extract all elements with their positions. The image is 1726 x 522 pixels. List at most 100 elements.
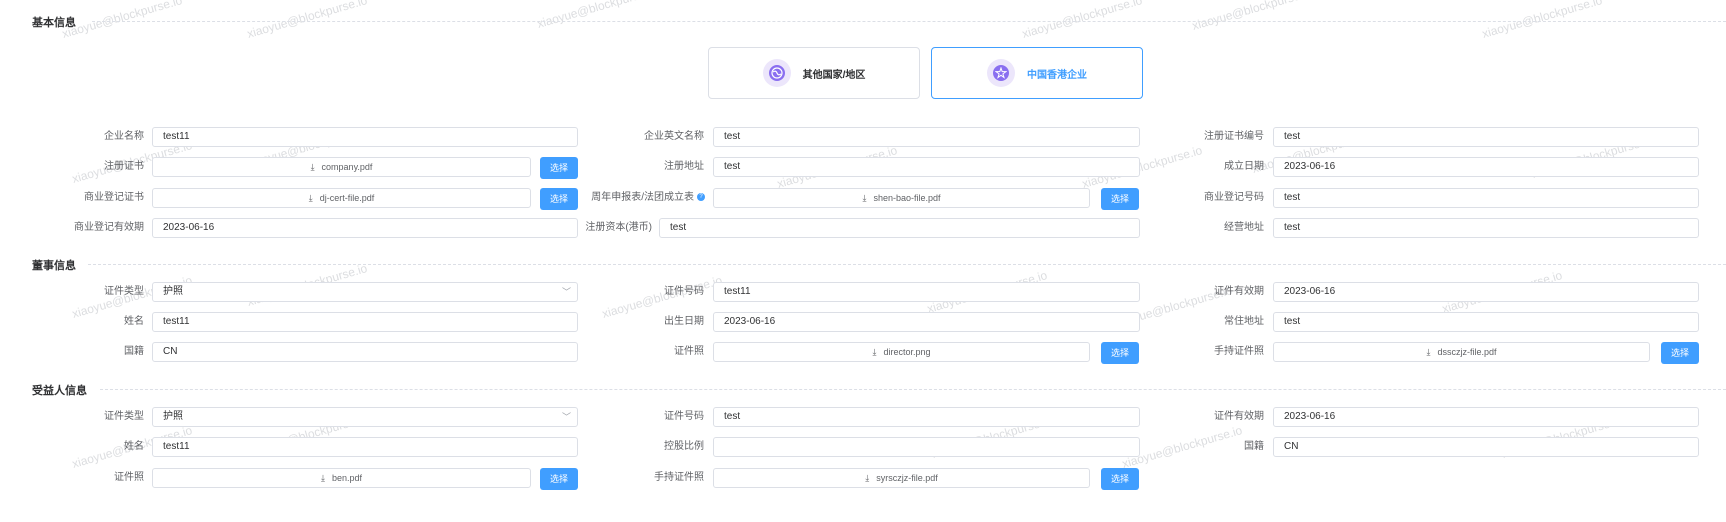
- file-name: ben.pdf: [331, 473, 362, 483]
- director-birth-date-input[interactable]: 2023-06-16: [713, 312, 1140, 332]
- director-hand-id-photo-file[interactable]: ⤓ dssczjz-file.pdf: [1273, 342, 1650, 362]
- section-divider: [100, 389, 1726, 390]
- beneficiary-row-3: 证件照 ⤓ ben.pdf 选择 手持证件照 ⤓ syrsczjz-file.pdf…: [0, 468, 1726, 490]
- found-date-label: 成立日期: [1224, 161, 1264, 172]
- biz-reg-expiry-label: 商业登记有效期: [74, 222, 144, 233]
- reg-address-label: 注册地址: [664, 161, 704, 172]
- beneficiary-hand-id-photo-label: 手持证件照: [654, 472, 704, 483]
- beneficiary-nationality-label: 国籍: [1244, 441, 1264, 452]
- download-icon: ⤓: [872, 347, 877, 357]
- annual-return-label-text: 周年申报表/法团成立表: [591, 192, 694, 203]
- beneficiary-id-photo-label: 证件照: [114, 472, 144, 483]
- director-hand-id-photo-label: 手持证件照: [1214, 346, 1264, 357]
- director-id-photo-select-button[interactable]: 选择: [1101, 342, 1139, 364]
- biz-reg-cert-select-button[interactable]: 选择: [540, 188, 578, 210]
- director-nationality-label: 国籍: [124, 346, 144, 357]
- director-name-label: 姓名: [124, 316, 144, 327]
- biz-reg-cert-label: 商业登记证书: [84, 192, 144, 203]
- biz-reg-no-input[interactable]: test: [1273, 188, 1699, 208]
- biz-reg-expiry-input[interactable]: 2023-06-16: [152, 218, 578, 238]
- section-director-info: 董事信息: [32, 257, 76, 273]
- reg-capital-input[interactable]: test: [659, 218, 1140, 238]
- section-title: 董事信息: [32, 260, 76, 272]
- biz-address-input[interactable]: test: [1273, 218, 1699, 238]
- director-id-expiry-input[interactable]: 2023-06-16: [1273, 282, 1699, 302]
- beneficiary-id-expiry-input[interactable]: 2023-06-16: [1273, 407, 1699, 427]
- director-row-1: 证件类型 护照 ﹀ 证件号码 test11 证件有效期 2023-06-16: [0, 282, 1726, 302]
- director-id-photo-file[interactable]: ⤓ director.png: [713, 342, 1090, 362]
- beneficiary-id-type-label: 证件类型: [104, 411, 144, 422]
- section-beneficiary-info: 受益人信息: [32, 382, 87, 398]
- reg-capital-label: 注册资本(港币): [585, 222, 652, 233]
- reg-cert-no-label: 注册证书编号: [1204, 131, 1264, 142]
- section-divider: [92, 21, 1726, 22]
- section-title: 受益人信息: [32, 385, 87, 397]
- biz-reg-no-label: 商业登记号码: [1204, 192, 1264, 203]
- file-name: dssczjz-file.pdf: [1437, 347, 1497, 357]
- reg-cert-select-button[interactable]: 选择: [540, 157, 578, 179]
- director-id-expiry-label: 证件有效期: [1214, 286, 1264, 297]
- company-name-input[interactable]: test11: [152, 127, 578, 147]
- beneficiary-name-label: 姓名: [124, 441, 144, 452]
- director-name-input[interactable]: test11: [152, 312, 578, 332]
- section-divider: [88, 264, 1726, 265]
- annual-return-select-button[interactable]: 选择: [1101, 188, 1139, 210]
- beneficiary-row-1: 证件类型 护照 ﹀ 证件号码 test 证件有效期 2023-06-16: [0, 407, 1726, 427]
- globe-icon: [762, 59, 791, 87]
- reg-cert-label: 注册证书: [104, 161, 144, 172]
- director-residence-input[interactable]: test: [1273, 312, 1699, 332]
- director-row-2: 姓名 test11 出生日期 2023-06-16 常住地址 test: [0, 312, 1726, 332]
- director-birth-date-label: 出生日期: [664, 316, 704, 327]
- director-id-type-select[interactable]: 护照 ﹀: [152, 282, 578, 302]
- reg-address-input[interactable]: test: [713, 157, 1140, 177]
- reg-cert-no-input[interactable]: test: [1273, 127, 1699, 147]
- annual-return-file[interactable]: ⤓ shen-bao-file.pdf: [713, 188, 1090, 208]
- company-en-name-input[interactable]: test: [713, 127, 1140, 147]
- beneficiary-id-no-input[interactable]: test: [713, 407, 1140, 427]
- beneficiary-row-2: 姓名 test11 控股比例 国籍 CN: [0, 437, 1726, 457]
- file-name: shen-bao-file.pdf: [873, 193, 941, 203]
- select-value: 护照: [163, 286, 183, 297]
- basic-row-2: 注册证书 ⤓ company.pdf 选择 注册地址 test 成立日期 2023…: [0, 157, 1726, 179]
- watermark-text: xiaoyue@blockpurse.io: [535, 0, 659, 31]
- beneficiary-id-expiry-label: 证件有效期: [1214, 411, 1264, 422]
- file-name: syrsczjz-file.pdf: [876, 473, 938, 483]
- found-date-input[interactable]: 2023-06-16: [1273, 157, 1699, 177]
- beneficiary-nationality-input[interactable]: CN: [1273, 437, 1699, 457]
- download-icon: ⤓: [865, 473, 870, 483]
- type-option-hongkong[interactable]: 中国香港企业: [931, 47, 1143, 99]
- beneficiary-id-photo-select-button[interactable]: 选择: [540, 468, 578, 490]
- biz-reg-cert-file[interactable]: ⤓ dj-cert-file.pdf: [152, 188, 531, 208]
- basic-row-1: 企业名称 test11 企业英文名称 test 注册证书编号 test: [0, 127, 1726, 147]
- basic-row-3: 商业登记证书 ⤓ dj-cert-file.pdf 选择 周年申报表/法团成立表?…: [0, 188, 1726, 210]
- beneficiary-id-photo-file[interactable]: ⤓ ben.pdf: [152, 468, 531, 488]
- annual-return-label: 周年申报表/法团成立表?: [580, 188, 705, 208]
- beneficiary-id-type-select[interactable]: 护照 ﹀: [152, 407, 578, 427]
- section-title: 基本信息: [32, 17, 76, 29]
- director-id-photo-label: 证件照: [674, 346, 704, 357]
- biz-address-label: 经营地址: [1224, 222, 1264, 233]
- basic-row-4: 商业登记有效期 2023-06-16 注册资本(港币) test 经营地址 te…: [0, 218, 1726, 238]
- beneficiary-hand-id-photo-select-button[interactable]: 选择: [1101, 468, 1139, 490]
- download-icon: ⤓: [310, 162, 315, 172]
- reg-cert-file[interactable]: ⤓ company.pdf: [152, 157, 531, 177]
- beneficiary-share-ratio-label: 控股比例: [664, 441, 704, 452]
- flower-icon: [987, 59, 1015, 87]
- director-id-no-label: 证件号码: [664, 286, 704, 297]
- download-icon: ⤓: [320, 473, 325, 483]
- file-name: dj-cert-file.pdf: [319, 193, 375, 203]
- download-icon: ⤓: [1426, 347, 1431, 357]
- director-residence-label: 常住地址: [1224, 316, 1264, 327]
- beneficiary-name-input[interactable]: test11: [152, 437, 578, 457]
- download-icon: ⤓: [308, 193, 313, 203]
- director-hand-id-photo-select-button[interactable]: 选择: [1661, 342, 1699, 364]
- beneficiary-share-ratio-input[interactable]: [713, 437, 1140, 457]
- beneficiary-id-no-label: 证件号码: [664, 411, 704, 422]
- file-name: company.pdf: [321, 162, 373, 172]
- type-option-other-region[interactable]: 其他国家/地区: [708, 47, 920, 99]
- director-id-no-input[interactable]: test11: [713, 282, 1140, 302]
- director-nationality-input[interactable]: CN: [152, 342, 578, 362]
- beneficiary-hand-id-photo-file[interactable]: ⤓ syrsczjz-file.pdf: [713, 468, 1090, 488]
- help-icon[interactable]: ?: [697, 193, 705, 202]
- director-row-3: 国籍 CN 证件照 ⤓ director.png 选择 手持证件照 ⤓ dssczj…: [0, 342, 1726, 364]
